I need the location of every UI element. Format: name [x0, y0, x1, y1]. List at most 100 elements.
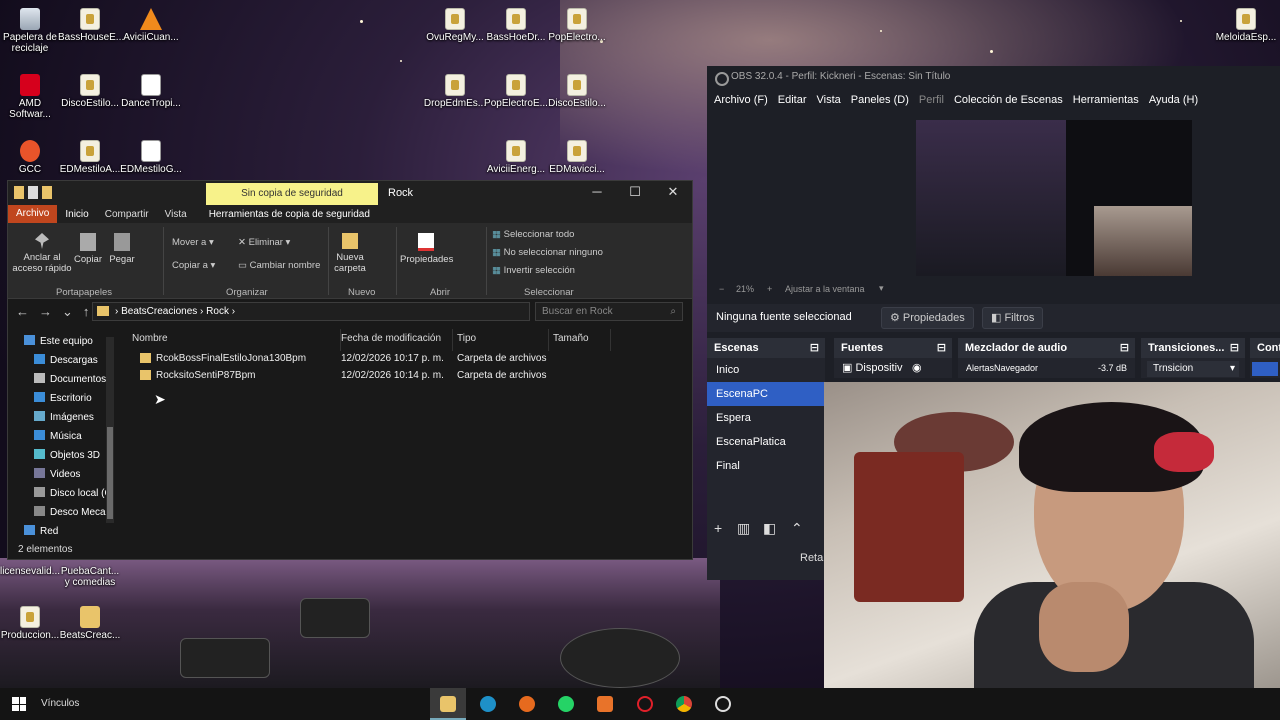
zoom-mode[interactable]: Ajustar a la ventana — [785, 284, 865, 294]
tab-inicio[interactable]: Inicio — [57, 209, 96, 220]
desktop-icon-file[interactable]: PopElectro... — [545, 8, 609, 43]
desktop-icon-file[interactable]: PuebaCant... y comedias — [58, 566, 122, 588]
menu-ayuda[interactable]: Ayuda (H) — [1149, 88, 1198, 112]
tab-archivo[interactable]: Archivo — [8, 205, 58, 223]
desktop-icon-amd[interactable]: AMD Softwar... — [0, 74, 62, 120]
nav-escritorio[interactable]: Escritorio — [34, 392, 92, 404]
desktop-icon-file[interactable]: BassHoeDr... — [484, 8, 548, 43]
close-button[interactable]: ✕ — [654, 181, 692, 205]
column-type[interactable]: Tipo — [457, 333, 476, 344]
pin-quick-access-button[interactable]: Anclar al acceso rápido — [12, 233, 72, 274]
column-date[interactable]: Fecha de modificación — [341, 333, 441, 344]
dock-float-icon[interactable]: ⊟ — [1230, 338, 1239, 358]
nav-musica[interactable]: Música — [34, 430, 82, 442]
desktop-icon-file[interactable]: AviciiEnerg... — [484, 140, 548, 175]
desktop-icon-file[interactable]: OvuRegMy... — [423, 8, 487, 43]
backup-context-tab[interactable]: Sin copia de seguridad — [206, 183, 378, 205]
column-size[interactable]: Tamaño — [553, 333, 589, 344]
properties-button[interactable]: Propiedades — [400, 233, 453, 265]
dock-float-icon[interactable]: ⊟ — [810, 338, 819, 358]
source-item[interactable]: ▣ Dispositiv ◉ — [834, 358, 952, 378]
nav-disco-local[interactable]: Disco local (C — [34, 487, 112, 499]
menu-archivo[interactable]: Archivo (F) — [714, 88, 768, 112]
zoom-plus[interactable]: + — [767, 284, 772, 294]
desktop-icon-gcc[interactable]: GCC — [0, 140, 62, 175]
new-folder-icon[interactable] — [42, 186, 52, 199]
controls-button[interactable] — [1252, 362, 1278, 376]
nav-este-equipo[interactable]: Este equipo — [24, 335, 93, 347]
desktop-icon-file[interactable]: PopElectroE... — [484, 74, 548, 109]
tab-vista[interactable]: Vista — [157, 209, 195, 220]
scene-item[interactable]: EscenaPlatica — [707, 430, 825, 454]
nav-imagenes[interactable]: Imágenes — [34, 411, 94, 423]
desktop-icon-file[interactable]: EDMavicci... — [545, 140, 609, 175]
chrome-icon[interactable] — [676, 696, 692, 712]
transition-select[interactable]: Trnsicion ▾ — [1147, 361, 1239, 377]
nav-desco-mecan[interactable]: Desco Mecan — [34, 506, 111, 518]
minimize-button[interactable]: ─ — [578, 181, 616, 205]
edge-icon[interactable] — [480, 696, 496, 712]
trash-icon[interactable]: ▥ — [737, 520, 750, 537]
menu-vista[interactable]: Vista — [817, 88, 841, 112]
desktop-icon-file[interactable]: licensevalid... — [0, 566, 62, 577]
windows-start-icon[interactable] — [12, 697, 26, 711]
dock-float-icon[interactable]: ⊟ — [1120, 338, 1129, 358]
nav-descargas[interactable]: Descargas — [34, 354, 98, 366]
nav-red[interactable]: Red — [24, 525, 58, 537]
desktop-icon-file[interactable]: EDMestiloG... — [119, 140, 183, 175]
delete-button[interactable]: ✕ Eliminar ▾ — [238, 237, 290, 248]
desktop-icon-file[interactable]: DanceTropi... — [119, 74, 183, 109]
address-bar[interactable]: › BeatsCreaciones › Rock › — [92, 302, 530, 321]
file-row[interactable]: RocksitoSentiP87Bpm 12/02/2026 10:14 p. … — [126, 368, 566, 384]
opera-icon[interactable] — [637, 696, 653, 712]
select-all-button[interactable]: ▦ Seleccionar todo — [492, 229, 574, 240]
nav-scrollbar[interactable] — [106, 337, 114, 523]
desktop-icon-folder[interactable]: BeatsCreac... — [58, 606, 122, 641]
obs-preview[interactable] — [916, 120, 1192, 276]
scene-item-selected[interactable]: EscenaPC — [707, 382, 825, 406]
obs-icon[interactable] — [715, 696, 731, 712]
scrollbar-thumb[interactable] — [107, 427, 113, 519]
scene-item[interactable]: Final — [707, 454, 825, 478]
select-none-button[interactable]: ▦ No seleccionar ninguno — [492, 247, 603, 258]
add-icon[interactable]: + — [714, 520, 722, 536]
invert-selection-button[interactable]: ▦ Invertir selección — [492, 265, 575, 276]
move-to-button[interactable]: Mover a ▾ — [172, 237, 214, 248]
desktop-icon-recycle-bin[interactable]: Papelera de reciclaje — [0, 8, 62, 54]
properties-button[interactable]: ⚙ Propiedades — [881, 307, 974, 329]
search-input[interactable]: Buscar en Rock ⌕ — [535, 302, 683, 321]
fl-studio-icon[interactable] — [597, 696, 613, 712]
column-name[interactable]: Nombre — [132, 333, 168, 344]
scene-filter-icon[interactable]: ◧ — [763, 520, 776, 537]
menu-coleccion-escenas[interactable]: Colección de Escenas — [954, 88, 1063, 112]
whatsapp-icon[interactable] — [558, 696, 574, 712]
file-explorer-icon[interactable] — [440, 696, 456, 712]
eye-icon[interactable]: ◉ — [912, 358, 922, 378]
menu-paneles[interactable]: Paneles (D) — [851, 88, 909, 112]
nav-buttons[interactable]: ←→⌄↑ — [16, 304, 99, 320]
tab-herramientas[interactable]: Herramientas de copia de seguridad — [201, 209, 378, 220]
nav-objetos-3d[interactable]: Objetos 3D — [34, 449, 100, 461]
firefox-icon[interactable] — [519, 696, 535, 712]
dock-float-icon[interactable]: ⊟ — [937, 338, 946, 358]
desktop-icon-file[interactable]: BassHouseE... — [58, 8, 124, 43]
breadcrumb-rock[interactable]: Rock — [206, 306, 229, 317]
menu-herramientas[interactable]: Herramientas — [1073, 88, 1139, 112]
desktop-icon-file[interactable]: MeloidaEsp... — [1214, 8, 1278, 43]
folder-icon[interactable] — [14, 186, 24, 199]
chevron-up-icon[interactable]: ⌃ — [791, 520, 803, 537]
breadcrumb-beatscreaciones[interactable]: BeatsCreaciones — [121, 306, 197, 317]
copy-button[interactable]: Copiar — [72, 233, 104, 265]
tab-compartir[interactable]: Compartir — [97, 209, 157, 220]
vinculos-toolbar[interactable]: Vínculos — [41, 698, 79, 709]
file-row[interactable]: RcokBossFinalEstiloJona130Bpm 12/02/2026… — [126, 351, 566, 367]
desktop-icon-file[interactable]: DiscoEstilo... — [58, 74, 122, 109]
menu-perfil[interactable]: Perfil — [919, 88, 944, 112]
menu-editar[interactable]: Editar — [778, 88, 807, 112]
filters-button[interactable]: ◧ Filtros — [982, 307, 1044, 329]
chevron-down-icon[interactable]: ▾ — [879, 283, 884, 294]
copy-to-button[interactable]: Copiar a ▾ — [172, 260, 215, 271]
desktop-icon-file[interactable]: DiscoEstilo... — [545, 74, 609, 109]
desktop-icon-file[interactable]: AviciiCuan... — [119, 8, 183, 43]
paste-button[interactable]: Pegar — [106, 233, 138, 265]
